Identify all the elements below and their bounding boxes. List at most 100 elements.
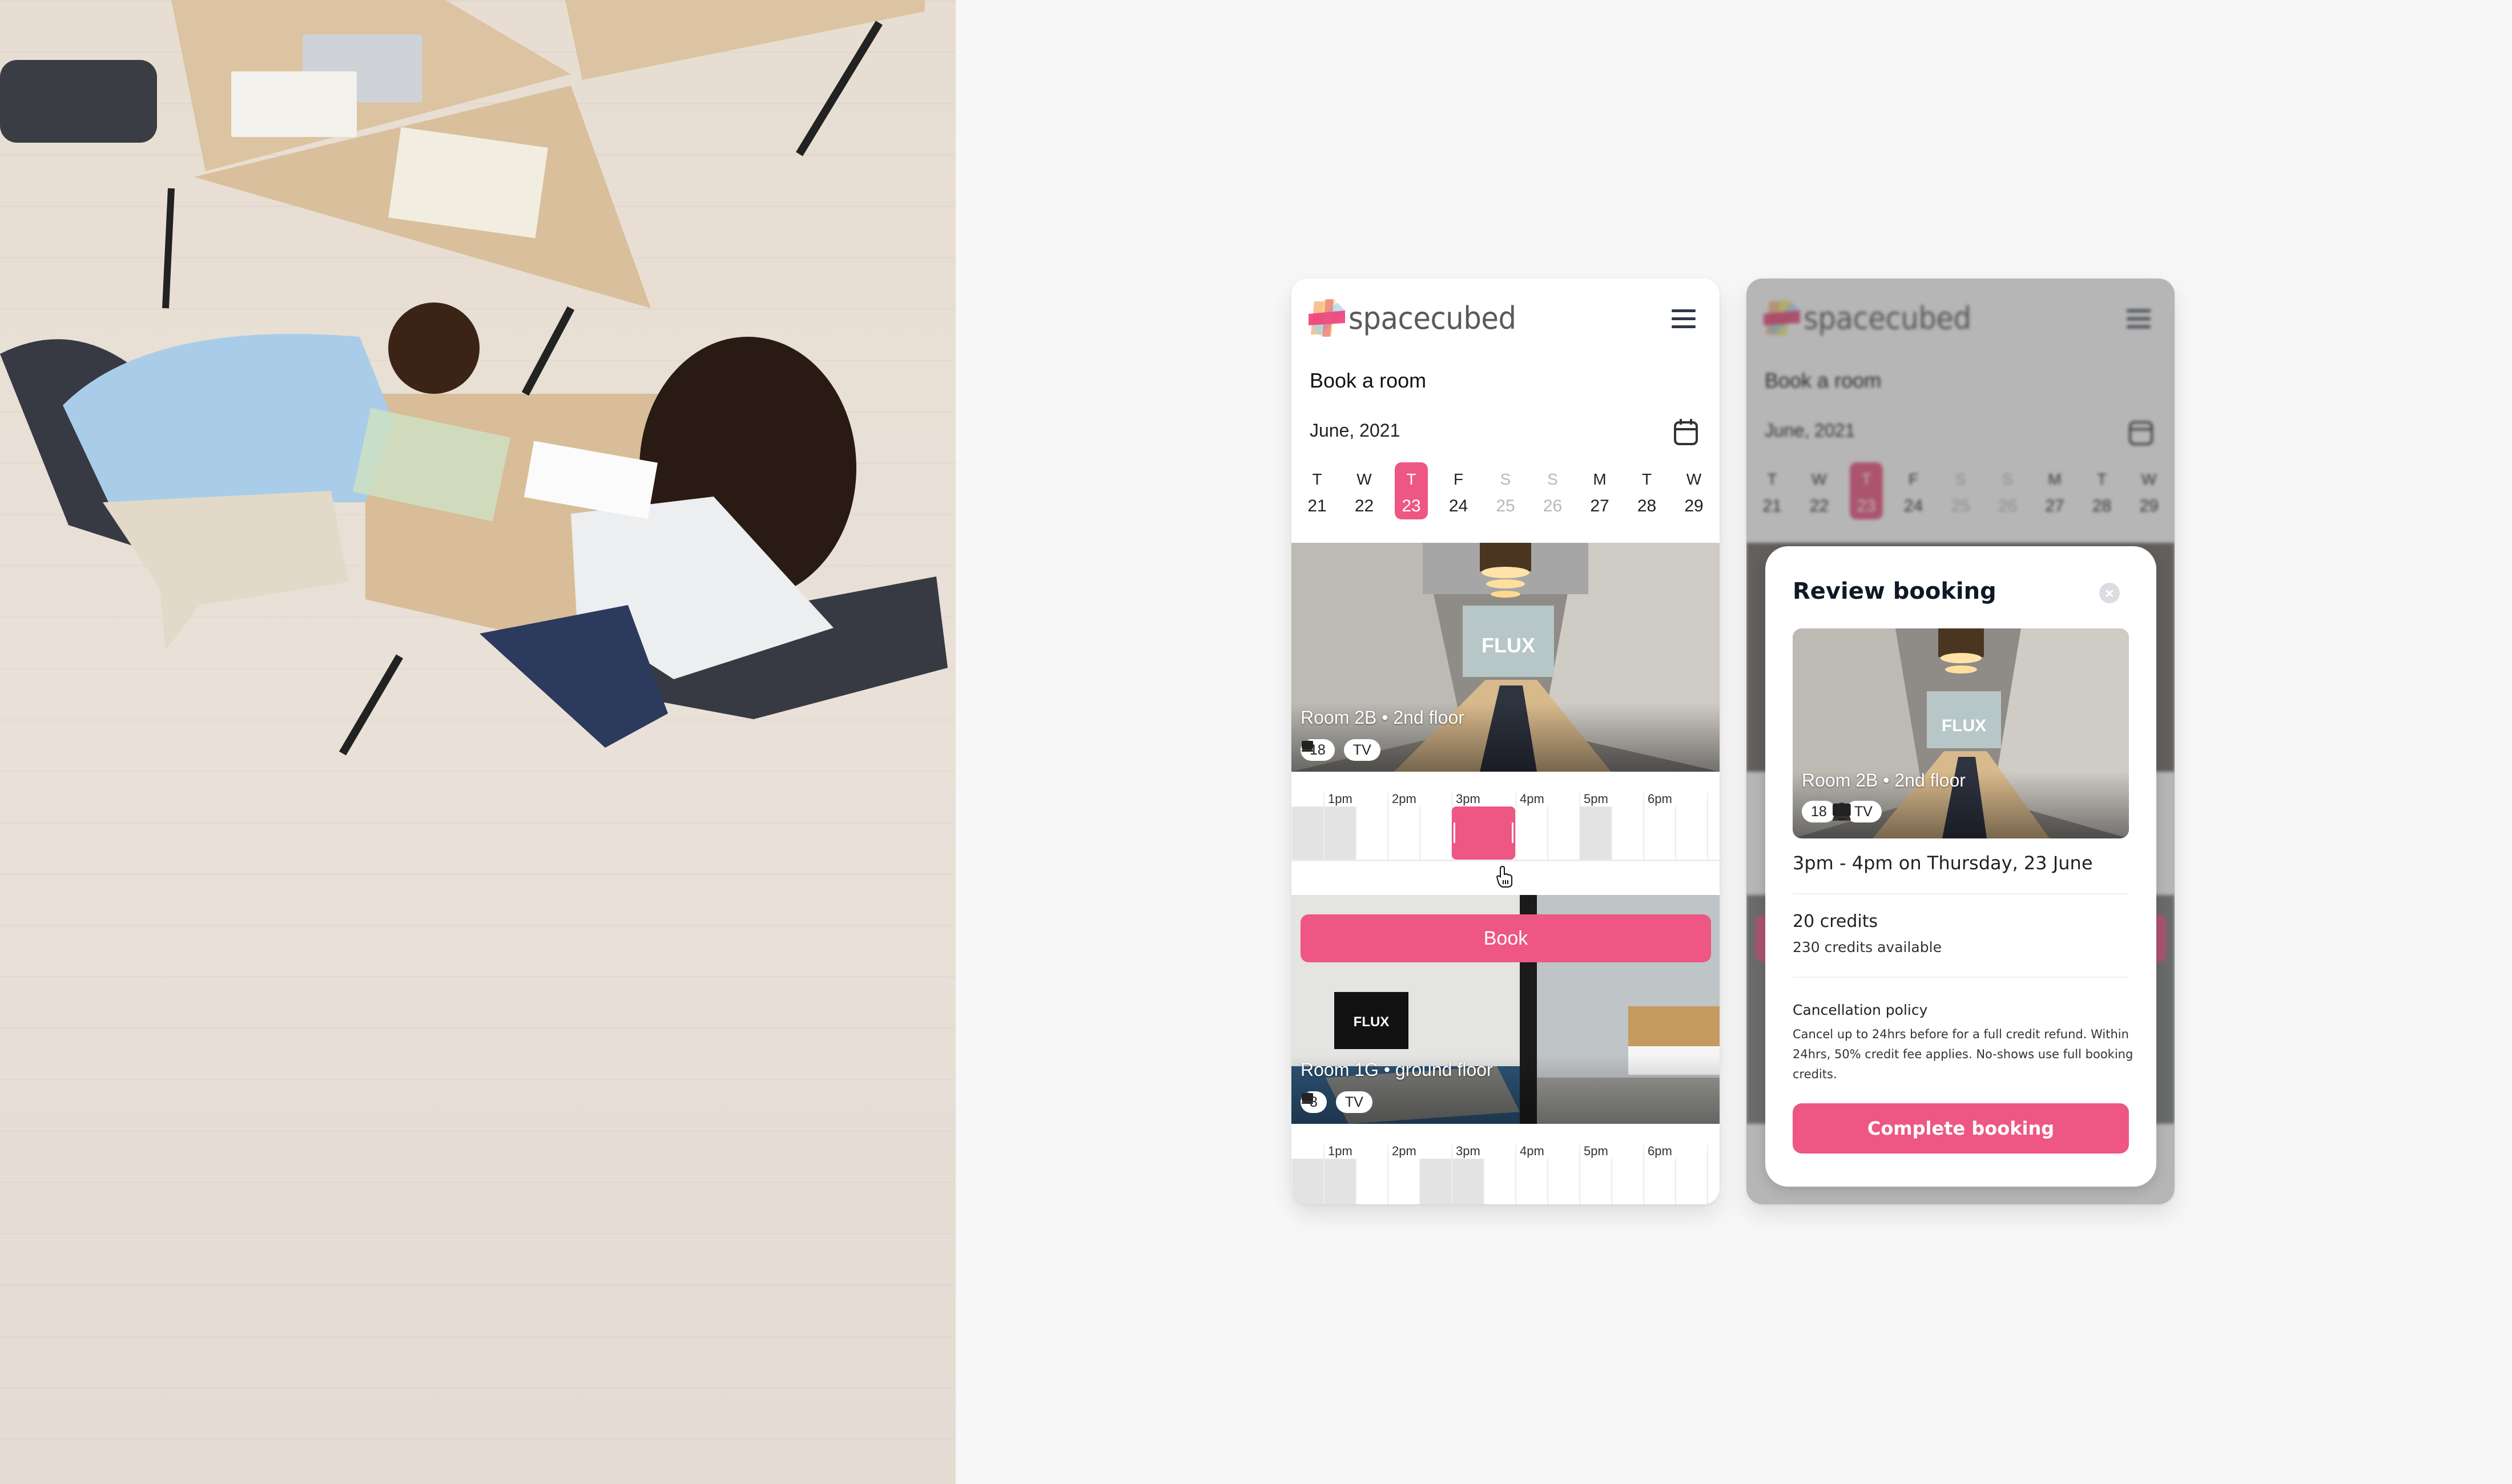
amenity-chip: TV [1302,1091,1372,1113]
timeline-grid[interactable] [1291,1145,1720,1204]
busy-slot [1451,1159,1483,1204]
phone-review-screen: spacecubed Book a room June, 2021 T 21 W 22… [1746,279,2175,1204]
amenity-chip: TV [1833,801,1882,822]
hour-label: 4pm [1520,792,1544,806]
day-letter: S [1547,470,1558,488]
divider [1793,977,2129,978]
hour-label: 2pm [1392,1144,1416,1158]
book-button[interactable]: Book [1301,914,1711,962]
hero-photo-coworking [0,0,956,1484]
booking-credits: 20 credits [1793,912,1878,931]
review-room-image: FLUX Room 2B • 2nd floor 18 TV [1793,628,2129,838]
hour-label: 6pm [1648,792,1672,806]
hour-label: 5pm [1584,1144,1608,1158]
policy-title: Cancellation policy [1793,1002,1928,1018]
day-number: 27 [1590,497,1609,515]
resize-handle-end[interactable] [1512,822,1513,843]
svg-text:FLUX: FLUX [1354,1014,1390,1030]
selected-time-slot[interactable] [1452,806,1515,860]
day-letter: W [1356,470,1372,488]
room-2b-photo: FLUX [1291,543,1720,772]
spacecubed-logo[interactable]: spacecubed [1309,299,1531,337]
room-features: 18 TV [1802,801,1882,822]
timeline-gridline [1419,1159,1420,1204]
busy-slot [1323,1159,1355,1204]
day-23[interactable]: T 23 [1395,462,1428,519]
policy-text: Cancel up to 24hrs before for a full cre… [1793,1027,2133,1081]
timeline-gridline [1291,806,1293,860]
room-timeline[interactable]: 1pm 2pm 3pm 4pm 5pm 6pm [1291,1142,1720,1204]
resize-handle-start[interactable] [1454,822,1455,843]
modal-title: Review booking [1793,578,1996,604]
tv-icon [1302,741,1313,751]
timeline-gridline [1611,1159,1612,1204]
tv-icon [1302,1093,1313,1103]
day-number: 21 [1307,497,1327,515]
close-icon[interactable] [2099,583,2120,603]
timeline-grid[interactable] [1291,793,1720,860]
amenity-chip: TV [1302,739,1380,761]
tv-icon [1833,803,1851,820]
timeline-gridline [1387,793,1388,860]
day-letter: T [1406,470,1416,488]
room-name: Room 2B • 2nd floor [1301,707,1464,728]
timeline-gridline [1387,1145,1388,1204]
room-features: 18 TV [1301,739,1380,761]
day-28[interactable]: T 28 [1631,462,1664,519]
timeline-gridline [1547,806,1548,860]
day-number: 25 [1496,497,1515,515]
timeline-gridline [1547,1159,1548,1204]
room-features: 8 TV [1301,1091,1372,1113]
day-25[interactable]: S 25 [1489,462,1522,519]
timeline-gridline [1707,1145,1708,1204]
timeline-gridline [1611,806,1612,860]
timeline-gridline [1323,793,1325,860]
hour-label: 3pm [1456,1144,1480,1158]
timeline-gridline [1515,793,1516,860]
hour-label: 1pm [1328,1144,1352,1158]
calendar-icon[interactable] [1673,418,1699,446]
timeline-gridline [1579,793,1580,860]
timeline-gridline [1675,806,1676,860]
timeline-gridline [1707,793,1708,860]
credits-available: 230 credits available [1793,939,1942,955]
room-card-image[interactable]: FLUX Room 2B • 2nd floor 18 TV [1291,543,1720,772]
day-number: 29 [1684,497,1704,515]
timeline-gridline [1675,1159,1676,1204]
hour-label: 6pm [1648,1144,1672,1158]
hamburger-menu-icon[interactable] [1672,309,1696,329]
svg-text:FLUX: FLUX [1482,634,1535,657]
hero-photo-illustration [0,0,948,756]
day-number: 24 [1448,497,1468,515]
day-26[interactable]: S 26 [1536,462,1569,519]
month-selector: June, 2021 [1310,418,1701,449]
day-number: 28 [1637,497,1657,515]
busy-slot [1291,1159,1323,1204]
complete-booking-button[interactable]: Complete booking [1793,1103,2129,1154]
day-number: 26 [1543,497,1563,515]
busy-slot [1579,806,1611,860]
amenity-value: TV [1344,1094,1363,1110]
hand-cursor-icon [1496,866,1512,888]
day-letter: T [1312,470,1322,488]
week-day-strip: T 21 W 22 T 23 F 24 S 25 S 26 M 27 T 28 W 29 [1301,462,1710,525]
timeline-gridline [1483,1159,1484,1204]
day-27[interactable]: M 27 [1583,462,1616,519]
day-24[interactable]: F 24 [1442,462,1475,519]
hour-label: 3pm [1456,792,1480,806]
review-booking-modal: Review booking FLUX Room 2B • 2nd floor [1765,546,2156,1187]
brand-name: spacecubed [1348,300,1516,336]
room-timeline[interactable]: 1pm 2pm 3pm 4pm 5pm 6pm [1291,789,1720,869]
day-letter: T [1641,470,1652,488]
day-21[interactable]: T 21 [1301,462,1334,519]
hour-label: 5pm [1584,792,1608,806]
busy-slot [1323,806,1355,860]
day-29[interactable]: W 29 [1677,462,1710,519]
timeline-gridline [1643,793,1644,860]
divider [1793,893,2129,894]
timeline-gridline [1291,1159,1293,1204]
room-name: Room 2B • 2nd floor [1802,770,1966,791]
timeline-gridline [1419,806,1420,860]
day-letter: M [1593,470,1607,488]
day-22[interactable]: W 22 [1348,462,1381,519]
